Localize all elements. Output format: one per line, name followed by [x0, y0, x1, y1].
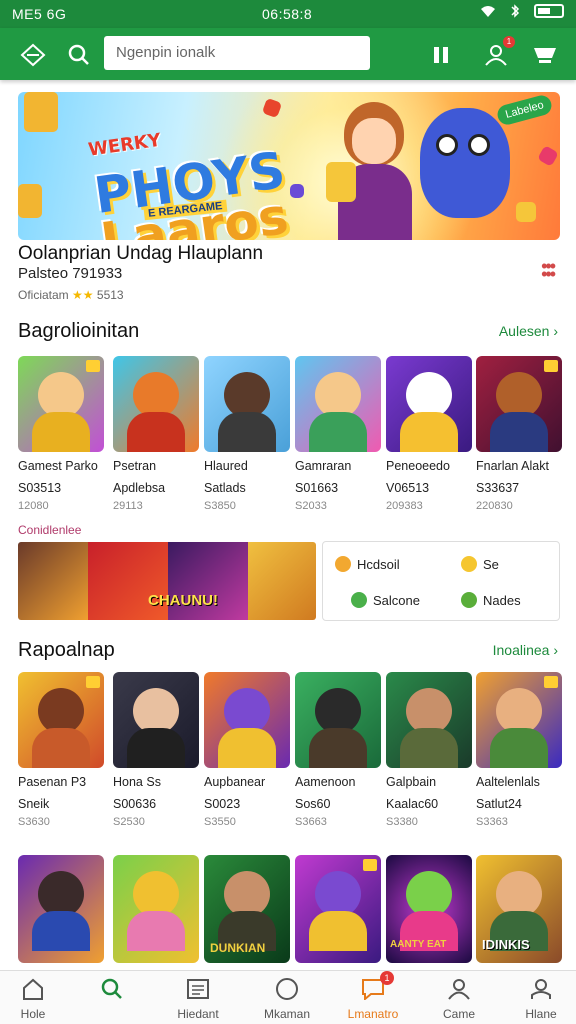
list-icon	[185, 977, 211, 1001]
app-tile[interactable]: Galpbain Kaalac60 S3380	[386, 672, 472, 828]
app-thumbnail: IDINKIS	[476, 855, 562, 963]
status-bar: ME5 6G 06:58:8	[0, 0, 576, 28]
category-item[interactable]: Nades	[461, 592, 521, 608]
profile-badge: 1	[503, 36, 515, 48]
app-tile[interactable]: Peneoeedo V06513 209383	[386, 356, 472, 512]
app-thumbnail	[113, 855, 199, 963]
app-thumbnail	[476, 672, 562, 768]
hero-logo: WERKY PHOYS Laaros	[86, 129, 292, 240]
app-thumbnail	[204, 356, 290, 452]
app-thumbnail	[113, 672, 199, 768]
person-icon	[528, 977, 554, 1001]
category-icon	[335, 556, 351, 572]
status-time: 06:58:8	[262, 6, 313, 22]
cart-icon[interactable]	[530, 40, 560, 70]
app-bar: Ngenpin ionalk 1	[0, 28, 576, 80]
category-item[interactable]: Salcone	[351, 592, 420, 608]
home-diamond-icon[interactable]	[18, 40, 48, 70]
app-tile[interactable]	[18, 855, 104, 963]
rating-stars: ★★	[72, 288, 94, 302]
battery-icon	[534, 4, 564, 18]
bottom-nav: Hole Hiedant Mkaman 1 Lmanatro Came Hlan…	[0, 970, 576, 1024]
more-options-icon[interactable]: ••• •••	[541, 257, 556, 283]
app-tile[interactable]	[295, 855, 381, 963]
app-tile[interactable]	[113, 855, 199, 963]
nav-item-home[interactable]: Hole	[0, 977, 73, 1021]
app-thumbnail	[204, 672, 290, 768]
hero-character-girl	[324, 102, 420, 240]
section-see-all-link[interactable]: Aulesen ›	[499, 323, 558, 339]
app-tile[interactable]: Psetran Apdlebsa 29113	[113, 356, 199, 512]
category-card: Hcdsoil Se Salcone Nades	[322, 541, 560, 621]
wifi-icon	[481, 6, 495, 17]
nav-item-profile[interactable]: Hlane	[501, 977, 576, 1021]
collage-label: Conidlenlee	[18, 523, 82, 537]
app-tile[interactable]: Gamest Parko S03513 12080	[18, 356, 104, 512]
app-tile[interactable]: AANTY EAT	[386, 855, 472, 963]
collage-text: CHAUNU!	[148, 592, 218, 609]
app-row: Pasenan P3 Sneik S3630 Hona Ss S00636 S2…	[18, 672, 562, 832]
featured-title[interactable]: Oolanprian Undag Hlauplann	[18, 243, 263, 265]
app-thumbnail	[295, 855, 381, 963]
app-thumbnail: AANTY EAT	[386, 855, 472, 963]
nav-item-search[interactable]	[72, 977, 152, 1007]
hero-banner[interactable]: WERKY PHOYS Laaros E REARGAME Labeleo	[18, 92, 560, 240]
people-icon	[446, 977, 472, 1001]
section-title: Bagrolioinitan	[18, 320, 140, 342]
nav-item-list[interactable]: Hiedant	[158, 977, 238, 1021]
app-thumbnail	[18, 672, 104, 768]
app-tile[interactable]: IDINKIS	[476, 855, 562, 963]
profile-icon[interactable]: 1	[481, 36, 515, 70]
nav-badge: 1	[380, 971, 394, 985]
category-icon	[461, 556, 477, 572]
app-thumbnail	[295, 356, 381, 452]
app-thumbnail	[386, 356, 472, 452]
chat-icon: 1	[360, 971, 394, 1001]
section-title: Rapoalnap	[18, 639, 115, 661]
category-icon	[461, 592, 477, 608]
circle-icon	[274, 977, 300, 1001]
app-thumbnail	[386, 672, 472, 768]
app-thumbnail	[476, 356, 562, 452]
category-icon	[351, 592, 367, 608]
app-tile[interactable]: Aaltelenlals Satlut24 S3363	[476, 672, 562, 828]
app-thumbnail	[113, 356, 199, 452]
nav-item-community[interactable]: Came	[419, 977, 499, 1021]
app-thumbnail: DUNKIAN	[204, 855, 290, 963]
app-row: Gamest Parko S03513 12080 Psetran Apdleb…	[18, 356, 562, 516]
status-left: ME5 6G	[12, 6, 67, 22]
app-thumbnail	[18, 356, 104, 452]
nav-item-messages[interactable]: 1 Lmanatro	[333, 971, 413, 1021]
app-thumbnail	[295, 672, 381, 768]
featured-meta: Oficiatam ★★ 5513	[18, 288, 124, 302]
hero-character-monster	[420, 108, 510, 218]
app-thumbnail	[18, 855, 104, 963]
app-tile[interactable]: Aamenoon Sos60 S3663	[295, 672, 381, 828]
search-icon	[99, 977, 125, 1001]
search-input[interactable]: Ngenpin ionalk	[104, 36, 370, 70]
app-tile[interactable]: Gamraran S01663 S2033	[295, 356, 381, 512]
hero-tag: Labeleo	[495, 93, 554, 127]
app-tile[interactable]: Hona Ss S00636 S2530	[113, 672, 199, 828]
app-row: DUNKIAN AANTY EAT IDINKIS	[18, 855, 562, 967]
app-tile[interactable]: DUNKIAN	[204, 855, 290, 963]
nav-item-discover[interactable]: Mkaman	[247, 977, 327, 1021]
category-item[interactable]: Hcdsoil	[335, 556, 400, 572]
pause-icon[interactable]	[426, 40, 456, 70]
search-icon[interactable]	[64, 40, 94, 70]
promo-collage[interactable]: CHAUNU!	[18, 542, 316, 620]
bluetooth-icon	[511, 4, 520, 18]
featured-subtitle: Palsteo 791933	[18, 265, 123, 282]
app-tile[interactable]: Pasenan P3 Sneik S3630	[18, 672, 104, 828]
category-item[interactable]: Se	[461, 556, 499, 572]
app-tile[interactable]: Hlaured Satlads S3850	[204, 356, 290, 512]
section-see-all-link[interactable]: Inoalinea ›	[493, 642, 558, 658]
home-icon	[20, 977, 46, 1001]
app-tile[interactable]: Fnarlan Alakt S33637 220830	[476, 356, 562, 512]
app-tile[interactable]: Aupbanear S0023 S3550	[204, 672, 290, 828]
